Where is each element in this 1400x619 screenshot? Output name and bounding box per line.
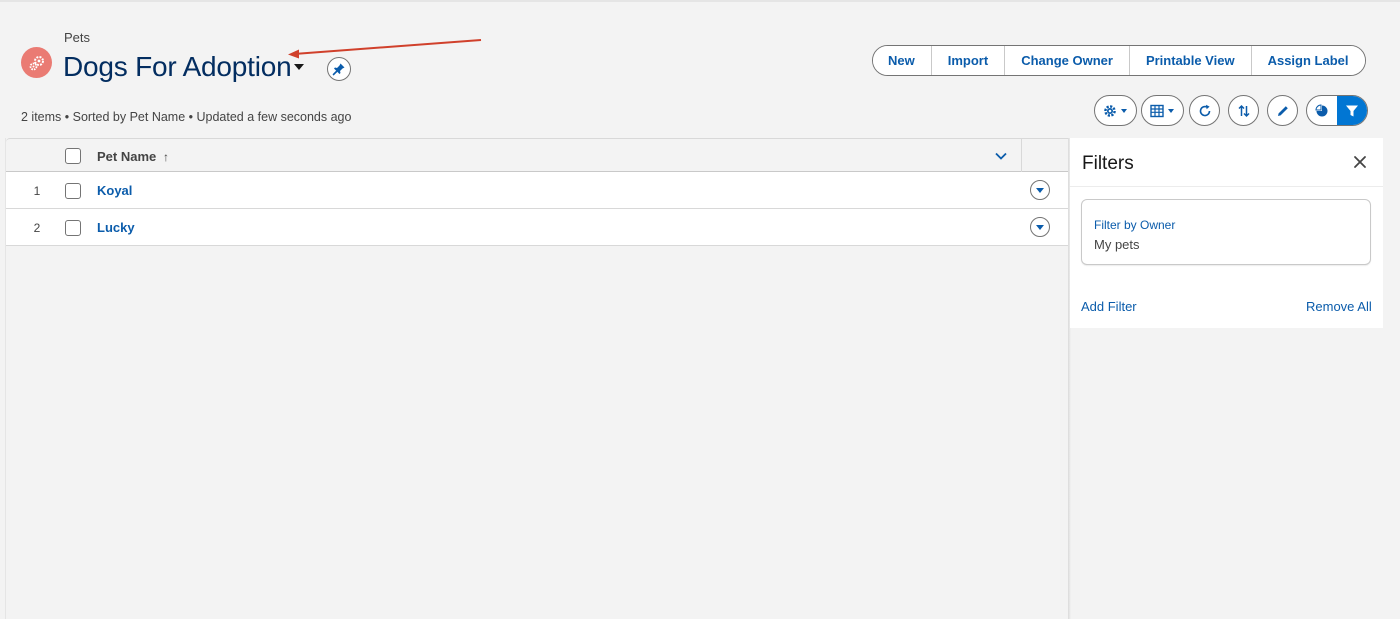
sort-ascending-icon: ↑: [163, 150, 169, 164]
gear-icon: [1104, 104, 1116, 117]
edit-list-button[interactable]: [1267, 95, 1298, 126]
chart-icon: [1315, 103, 1328, 116]
sort-button[interactable]: [1228, 95, 1259, 126]
caret-down-icon: [1036, 225, 1044, 230]
row-actions-button[interactable]: [1030, 217, 1050, 237]
change-owner-button[interactable]: Change Owner: [1005, 46, 1130, 75]
list-view-controls-button[interactable]: [1094, 95, 1137, 126]
sort-icon: [1237, 104, 1250, 117]
object-icon: [21, 47, 52, 78]
show-filters-button[interactable]: [1337, 96, 1367, 125]
close-icon[interactable]: [1352, 154, 1368, 170]
pet-name-link[interactable]: Lucky: [97, 220, 135, 235]
row-number: 1: [33, 184, 41, 198]
table-row: 1 Koyal: [6, 172, 1071, 209]
object-label: Pets: [64, 30, 91, 45]
chart-filter-toggle: [1306, 95, 1368, 126]
table-row: 2 Lucky: [6, 209, 1071, 246]
list-view-info: 2 items • Sorted by Pet Name • Updated a…: [21, 110, 352, 124]
pencil-icon: [1277, 105, 1288, 116]
filter-card-value: My pets: [1094, 237, 1140, 252]
refresh-button[interactable]: [1189, 95, 1220, 126]
printable-view-button[interactable]: Printable View: [1129, 46, 1252, 75]
assign-label-button[interactable]: Assign Label: [1251, 46, 1365, 75]
remove-all-link[interactable]: Remove All: [1306, 299, 1372, 314]
table-header: Pet Name ↑: [6, 138, 1071, 173]
caret-down-icon: [1168, 108, 1174, 113]
filter-by-owner-card[interactable]: Filter by Owner My pets: [1081, 199, 1371, 265]
row-checkbox[interactable]: [65, 220, 81, 236]
show-charts-button[interactable]: [1307, 96, 1337, 125]
import-button[interactable]: Import: [931, 46, 1006, 75]
annotation-arrow: [288, 39, 482, 59]
refresh-icon: [1199, 104, 1210, 116]
row-actions-button[interactable]: [1030, 180, 1050, 200]
filter-icon: [1346, 105, 1358, 116]
caret-down-icon: [1036, 188, 1044, 193]
chevron-down-icon[interactable]: [994, 149, 1008, 163]
gears-icon: [29, 55, 44, 70]
column-divider: [1021, 139, 1022, 173]
pet-name-link[interactable]: Koyal: [97, 183, 132, 198]
filters-title: Filters: [1082, 153, 1134, 174]
list-actions-group: New Import Change Owner Printable View A…: [872, 45, 1366, 76]
list-view-switcher-caret-icon[interactable]: [292, 62, 306, 72]
caret-down-icon: [1121, 108, 1127, 113]
divider: [1070, 186, 1383, 187]
add-filter-link[interactable]: Add Filter: [1081, 299, 1137, 314]
pin-icon: [332, 63, 345, 76]
select-all-checkbox[interactable]: [65, 148, 81, 164]
table-icon: [1150, 104, 1164, 117]
display-as-button[interactable]: [1141, 95, 1184, 126]
new-button[interactable]: New: [873, 46, 932, 75]
filters-panel: Filters Filter by Owner My pets Add Filt…: [1070, 138, 1383, 328]
pin-list-view-button[interactable]: [327, 57, 351, 81]
filter-card-label: Filter by Owner: [1094, 218, 1176, 232]
row-number: 2: [33, 221, 41, 235]
column-header-pet-name[interactable]: Pet Name: [97, 149, 156, 164]
top-border: [0, 0, 1400, 2]
list-view-title: Dogs For Adoption: [63, 51, 292, 82]
list-view-table: Pet Name ↑ 1 Koyal 2 Lucky: [5, 138, 1071, 619]
row-checkbox[interactable]: [65, 183, 81, 199]
